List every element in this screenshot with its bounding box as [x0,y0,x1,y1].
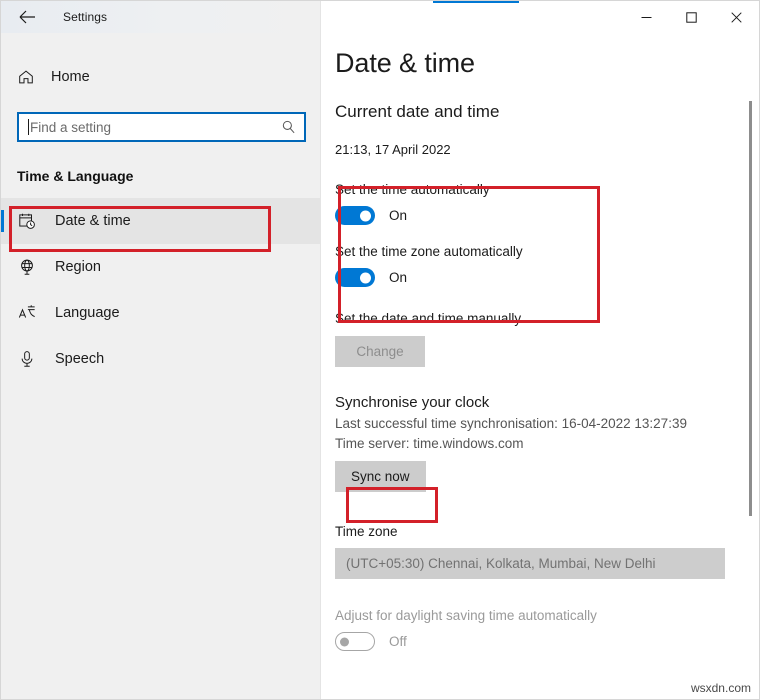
sidebar-section-title: Time & Language [17,168,134,184]
set-timezone-automatically-row: On [335,268,759,287]
minimize-icon[interactable] [624,1,669,33]
sidebar-home-label: Home [51,69,90,85]
language-icon [17,304,36,323]
synchronise-clock-heading: Synchronise your clock [335,394,490,411]
current-date-time-value: 21:13, 17 April 2022 [335,142,451,157]
set-time-automatically-state: On [389,208,408,223]
toggle-knob [360,272,371,283]
watermark: wsxdn.com [690,681,751,695]
close-icon[interactable] [714,1,759,33]
set-manually-label: Set the date and time manually [335,311,522,326]
set-timezone-automatically-state: On [389,270,408,285]
sidebar-item-label: Date & time [55,213,131,229]
set-timezone-automatically-label: Set the time zone automatically [335,244,523,259]
sidebar-item-label: Speech [55,351,105,367]
set-time-automatically-label: Set the time automatically [335,182,490,197]
change-button[interactable]: Change [335,336,425,367]
main-content: Date & time Current date and time 21:13,… [321,1,759,699]
sidebar-item-label: Language [55,305,120,321]
text-caret [28,119,29,135]
daylight-saving-row: Off [335,632,759,651]
sidebar-item-label: Region [55,259,101,275]
sync-now-button[interactable]: Sync now [335,461,426,492]
set-time-automatically-row: On [335,206,759,225]
daylight-saving-toggle[interactable] [335,632,375,651]
time-zone-label: Time zone [335,524,398,539]
time-server-text: Time server: time.windows.com [335,436,524,451]
time-zone-select[interactable]: (UTC+05:30) Chennai, Kolkata, Mumbai, Ne… [335,548,725,579]
accent-strip [433,1,519,3]
sidebar-item-language[interactable]: Language [1,290,320,336]
search-icon[interactable] [281,120,296,135]
settings-window: Settings Home Find a setting Time & Lang… [0,0,760,700]
current-date-time-heading: Current date and time [335,102,500,121]
microphone-icon [17,350,36,369]
page-title: Date & time [335,48,475,78]
window-controls [624,1,759,33]
toggle-knob [340,637,349,646]
sidebar-item-home[interactable]: Home [1,60,320,94]
maximize-icon[interactable] [669,1,714,33]
sidebar: Settings Home Find a setting Time & Lang… [1,1,321,699]
window-title: Settings [63,10,108,24]
home-icon [19,70,33,84]
search-placeholder: Find a setting [30,119,112,135]
calendar-clock-icon [17,212,36,231]
sidebar-item-date-time[interactable]: Date & time [1,198,320,244]
set-time-automatically-toggle[interactable] [335,206,375,225]
daylight-saving-state: Off [389,634,407,649]
content-scrollbar[interactable] [744,35,756,699]
title-bar: Settings [1,1,320,33]
last-sync-text: Last successful time synchronisation: 16… [335,416,687,431]
set-timezone-automatically-toggle[interactable] [335,268,375,287]
back-arrow-icon[interactable] [11,3,43,31]
search-input[interactable]: Find a setting [17,112,306,142]
scrollbar-thumb[interactable] [749,101,752,516]
globe-icon [17,258,36,277]
sidebar-item-speech[interactable]: Speech [1,336,320,382]
daylight-saving-label: Adjust for daylight saving time automati… [335,608,597,623]
sidebar-nav: Date & time Region Language Speech [1,198,320,382]
toggle-knob [360,210,371,221]
sidebar-item-region[interactable]: Region [1,244,320,290]
